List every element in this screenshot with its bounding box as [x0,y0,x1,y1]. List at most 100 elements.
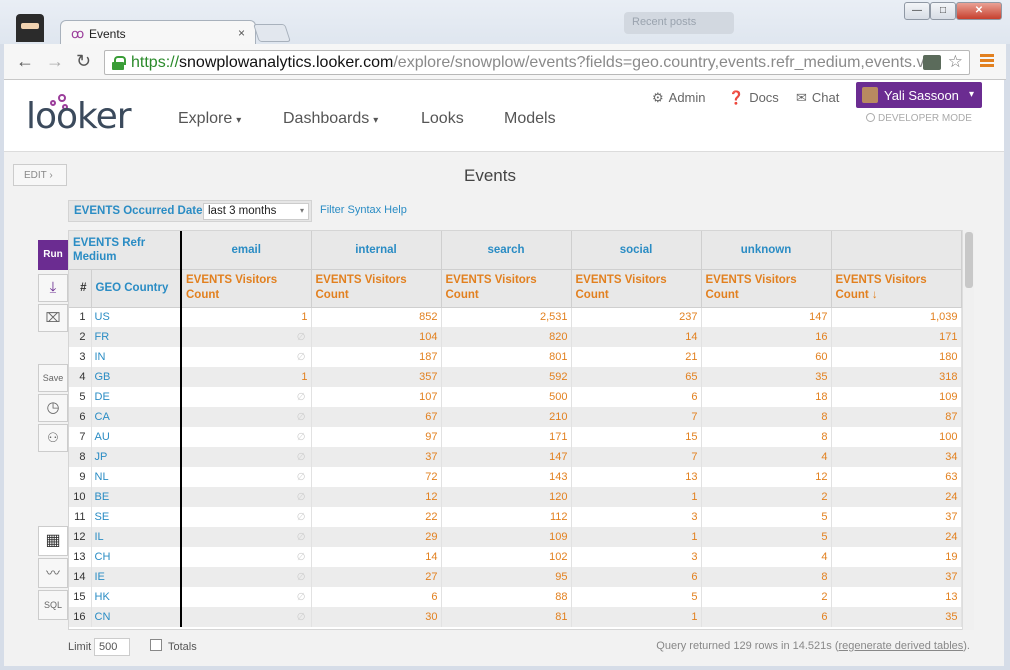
country-cell[interactable]: GB [91,367,182,387]
value-cell[interactable]: 109 [441,527,572,547]
value-cell[interactable]: 210 [441,407,572,427]
value-cell[interactable]: 16 [701,327,832,347]
null-value-cell[interactable]: ∅ [181,447,312,467]
value-cell[interactable]: 2,531 [441,307,572,327]
value-cell[interactable]: 1,039 [831,307,962,327]
country-cell[interactable]: AU [91,427,182,447]
value-cell[interactable]: 109 [831,387,962,407]
back-icon[interactable]: ← [16,51,34,72]
sql-button[interactable]: SQL [38,590,68,620]
value-cell[interactable]: 2 [701,587,832,607]
country-cell[interactable]: JP [91,447,182,467]
table-scrollbar[interactable] [962,230,974,630]
value-cell[interactable]: 37 [831,507,962,527]
value-cell[interactable]: 2 [701,487,832,507]
value-cell[interactable]: 592 [441,367,572,387]
value-cell[interactable]: 100 [831,427,962,447]
value-cell[interactable]: 8 [701,427,832,447]
value-cell[interactable]: 34 [831,447,962,467]
value-cell[interactable]: 21 [571,347,702,367]
null-value-cell[interactable]: ∅ [181,407,312,427]
measure-header[interactable]: EVENTS Visitors Count [571,269,702,308]
value-cell[interactable]: 13 [831,587,962,607]
value-cell[interactable]: 3 [571,547,702,567]
user-menu-button[interactable]: Yali Sassoon ▾ [856,82,982,108]
country-cell[interactable]: IN [91,347,182,367]
null-value-cell[interactable]: ∅ [181,547,312,567]
totals-checkbox[interactable] [150,639,162,651]
value-cell[interactable]: 104 [311,327,442,347]
value-cell[interactable]: 3 [571,507,702,527]
value-cell[interactable]: 500 [441,387,572,407]
measure-header[interactable]: EVENTS Visitors Count [181,269,312,308]
null-value-cell[interactable]: ∅ [181,507,312,527]
admin-link[interactable]: ⚙ Admin [652,90,706,106]
value-cell[interactable]: 7 [571,407,702,427]
value-cell[interactable]: 13 [571,467,702,487]
value-cell[interactable]: 24 [831,487,962,507]
value-cell[interactable]: 87 [831,407,962,427]
value-cell[interactable]: 88 [441,587,572,607]
run-button[interactable]: Run [38,240,68,270]
null-value-cell[interactable]: ∅ [181,487,312,507]
value-cell[interactable]: 22 [311,507,442,527]
value-cell[interactable]: 37 [311,447,442,467]
reload-icon[interactable]: ↻ [76,51,91,72]
value-cell[interactable]: 801 [441,347,572,367]
measure-header[interactable]: EVENTS Visitors Count [441,269,572,308]
value-cell[interactable]: 120 [441,487,572,507]
country-cell[interactable]: DE [91,387,182,407]
developer-mode-toggle[interactable]: DEVELOPER MODE [866,113,972,124]
value-cell[interactable]: 6 [571,567,702,587]
country-cell[interactable]: NL [91,467,182,487]
value-cell[interactable]: 8 [701,567,832,587]
value-cell[interactable]: 67 [311,407,442,427]
new-tab-button[interactable] [253,24,291,42]
value-cell[interactable]: 7 [571,447,702,467]
value-cell[interactable]: 19 [831,547,962,567]
value-cell[interactable]: 171 [441,427,572,447]
value-cell[interactable]: 18 [701,387,832,407]
scrollbar-thumb[interactable] [965,232,973,288]
value-cell[interactable]: 27 [311,567,442,587]
value-cell[interactable]: 63 [831,467,962,487]
value-cell[interactable]: 12 [311,487,442,507]
value-cell[interactable]: 24 [831,527,962,547]
null-value-cell[interactable]: ∅ [181,567,312,587]
country-cell[interactable]: IE [91,567,182,587]
nav-dashboards[interactable]: Dashboards ▾ [283,110,378,128]
filter-syntax-help-link[interactable]: Filter Syntax Help [320,204,407,216]
value-cell[interactable]: 30 [311,607,442,627]
visualization-button[interactable]: 〰 [38,558,68,588]
null-value-cell[interactable]: ∅ [181,527,312,547]
tab-close-icon[interactable]: × [238,26,245,40]
value-cell[interactable]: 97 [311,427,442,447]
edit-button[interactable]: EDIT › [13,164,67,186]
pivot-header-email[interactable]: email [181,231,312,270]
value-cell[interactable]: 5 [701,507,832,527]
country-cell[interactable]: CA [91,407,182,427]
save-button[interactable]: Save [38,364,68,392]
value-cell[interactable]: 15 [571,427,702,447]
value-cell[interactable]: 37 [831,567,962,587]
country-cell[interactable]: CH [91,547,182,567]
country-cell[interactable]: BE [91,487,182,507]
chat-link[interactable]: ✉ Chat [796,90,839,106]
null-value-cell[interactable]: ∅ [181,327,312,347]
bookmark-star-icon[interactable]: ☆ [948,52,963,72]
value-cell[interactable]: 4 [701,547,832,567]
value-cell[interactable]: 852 [311,307,442,327]
value-cell[interactable]: 107 [311,387,442,407]
regenerate-derived-tables-link[interactable]: regenerate derived tables [839,640,964,652]
nav-models[interactable]: Models [504,110,556,128]
address-bar[interactable]: https://snowplowanalytics.looker.com/exp… [104,50,970,75]
value-cell[interactable]: 318 [831,367,962,387]
value-cell[interactable]: 180 [831,347,962,367]
pivot-header-internal[interactable]: internal [311,231,442,270]
pivot-header-empty[interactable] [831,231,962,270]
null-value-cell[interactable]: ∅ [181,387,312,407]
value-cell[interactable]: 6 [701,607,832,627]
value-cell[interactable]: 143 [441,467,572,487]
value-cell[interactable]: 60 [701,347,832,367]
minimize-button[interactable]: — [904,2,930,20]
